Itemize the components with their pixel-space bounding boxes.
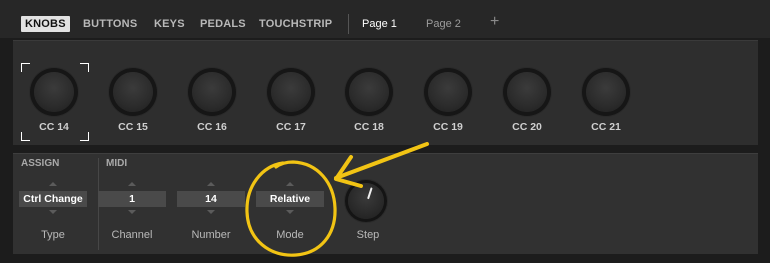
up-arrow-icon[interactable] (128, 182, 136, 186)
knob-label: CC 15 (118, 121, 148, 133)
channel-value[interactable]: 1 (98, 191, 166, 207)
down-arrow-icon[interactable] (49, 210, 57, 214)
knob-label: CC 21 (591, 121, 621, 133)
knob-cc17[interactable]: CC 17 (260, 67, 324, 147)
type-label: Type (41, 229, 65, 241)
down-arrow-icon[interactable] (286, 210, 294, 214)
plus-icon[interactable]: + (490, 13, 499, 31)
tab-knobs[interactable]: KNOBS (21, 16, 70, 32)
knob-dial[interactable] (271, 72, 311, 112)
knob-dial[interactable] (349, 72, 389, 112)
channel-label: Channel (111, 229, 153, 241)
tab-touchstrip[interactable]: TOUCHSTRIP (259, 16, 332, 32)
knob-label: CC 17 (276, 121, 306, 133)
up-arrow-icon[interactable] (207, 182, 215, 186)
knob-label: CC 18 (354, 121, 384, 133)
step-knob[interactable] (348, 183, 384, 219)
tab-page-1[interactable]: Page 1 (362, 16, 397, 32)
knob-dial[interactable] (428, 72, 468, 112)
number-selector[interactable]: 14 Number (174, 174, 248, 250)
knob-cc19[interactable]: CC 19 (417, 67, 481, 147)
knob-dial[interactable] (192, 72, 232, 112)
tab-page-2[interactable]: Page 2 (426, 16, 461, 32)
knob-cc20[interactable]: CC 20 (496, 67, 560, 147)
up-arrow-icon[interactable] (286, 182, 294, 186)
down-arrow-icon[interactable] (207, 210, 215, 214)
knobs-panel: CC 14 CC 15 CC 16 CC 17 CC 18 CC 19 CC 2… (13, 40, 758, 145)
corner-bracket-icon (21, 132, 30, 141)
knob-label: CC 14 (39, 121, 69, 133)
knob-cc16[interactable]: CC 16 (181, 67, 245, 147)
tab-keys[interactable]: KEYS (154, 16, 185, 32)
down-arrow-icon[interactable] (128, 210, 136, 214)
tab-separator (348, 14, 349, 34)
knob-cc14[interactable]: CC 14 (21, 63, 89, 147)
up-arrow-icon[interactable] (49, 182, 57, 186)
midi-section-label: MIDI (106, 158, 128, 169)
knob-dial[interactable] (507, 72, 547, 112)
tab-bar: KNOBS BUTTONS KEYS PEDALS TOUCHSTRIP Pag… (0, 0, 770, 38)
knob-cc15[interactable]: CC 15 (102, 67, 166, 147)
knob-label: CC 16 (197, 121, 227, 133)
type-value[interactable]: Ctrl Change (19, 191, 87, 207)
step-label: Step (356, 229, 380, 241)
step-knob-indicator (367, 187, 373, 200)
number-label: Number (191, 229, 231, 241)
tab-pedals[interactable]: PEDALS (200, 16, 246, 32)
tab-buttons[interactable]: BUTTONS (83, 16, 137, 32)
type-selector[interactable]: Ctrl Change Type (16, 174, 90, 250)
mode-label: Mode (276, 229, 304, 241)
knob-label: CC 19 (433, 121, 463, 133)
corner-bracket-icon (21, 63, 30, 72)
knob-cc18[interactable]: CC 18 (338, 67, 402, 147)
knob-dial[interactable] (586, 72, 626, 112)
assign-section-label: ASSIGN (21, 158, 60, 169)
knob-dial[interactable] (113, 72, 153, 112)
mode-selector[interactable]: Relative Mode (253, 174, 327, 250)
knob-dial[interactable] (34, 72, 74, 112)
corner-bracket-icon (80, 63, 89, 72)
number-value[interactable]: 14 (177, 191, 245, 207)
knob-label: CC 20 (512, 121, 542, 133)
mode-value[interactable]: Relative (256, 191, 324, 207)
corner-bracket-icon (80, 132, 89, 141)
channel-selector[interactable]: 1 Channel (95, 174, 169, 250)
knob-cc21[interactable]: CC 21 (575, 67, 639, 147)
assign-panel: ASSIGN MIDI Ctrl Change Type 1 Channel 1… (13, 153, 758, 254)
